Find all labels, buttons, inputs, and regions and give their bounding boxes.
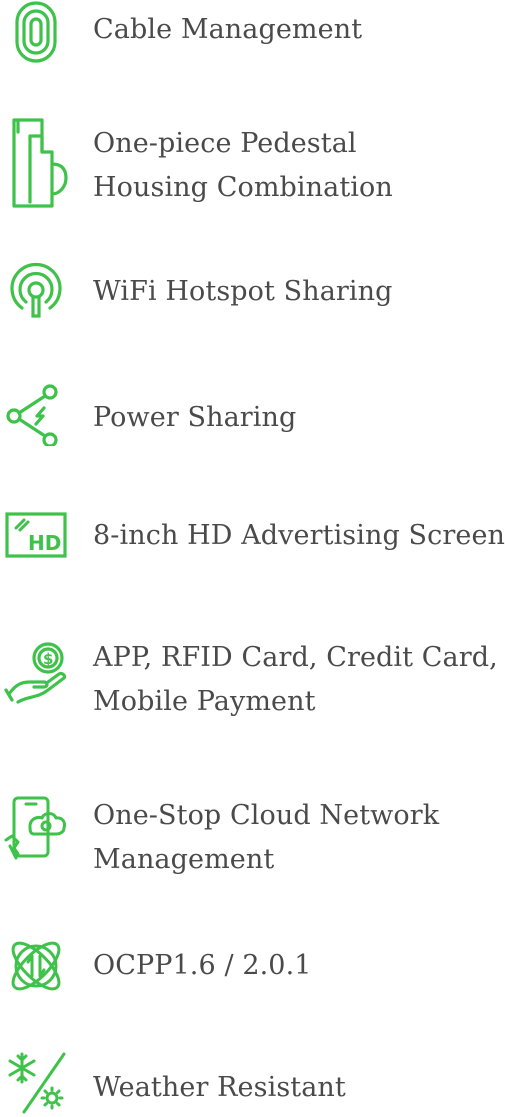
feature-label-line: Weather Resistant [93,1072,346,1103]
feature-label-line: WiFi Hotspot Sharing [93,276,393,307]
feature-label: WiFi Hotspot Sharing [93,270,393,314]
feature-label: Power Sharing [93,396,296,440]
feature-label: OCPP1.6 / 2.0.1 [93,944,312,988]
feature-label: APP, RFID Card, Credit Card, Mobile Paym… [93,636,498,724]
payment-hand-icon: $ [4,640,68,704]
ocpp-globe-icon [4,934,68,998]
feature-label-line: Housing Combination [93,172,393,203]
feature-label: Weather Resistant [93,1066,346,1110]
weather-resistant-icon [4,1050,68,1114]
wifi-hotspot-icon [4,258,68,322]
feature-label-line: One-piece Pedestal [93,128,357,159]
hd-screen-icon: HD [4,504,68,568]
feature-label-line: OCPP1.6 / 2.0.1 [93,950,312,981]
cable-management-icon [4,0,68,64]
cloud-phone-icon [4,796,68,860]
feature-label: Cable Management [93,8,362,52]
pedestal-housing-icon [4,114,68,210]
feature-label: One-Stop Cloud Network Management [93,794,439,882]
svg-text:$: $ [43,650,53,668]
feature-label: 8-inch HD Advertising Screen [93,514,505,558]
feature-label-line: Management [93,844,275,875]
svg-text:HD: HD [28,531,61,555]
feature-label: One-piece Pedestal Housing Combination [93,122,393,210]
feature-label-line: Cable Management [93,14,363,45]
feature-label-line: 8-inch HD Advertising Screen [93,520,505,551]
feature-label-line: APP, RFID Card, Credit Card, [93,642,498,673]
feature-label-line: One-Stop Cloud Network [93,800,440,831]
power-sharing-icon [4,382,68,446]
feature-label-line: Mobile Payment [93,686,316,717]
feature-label-line: Power Sharing [93,402,297,433]
